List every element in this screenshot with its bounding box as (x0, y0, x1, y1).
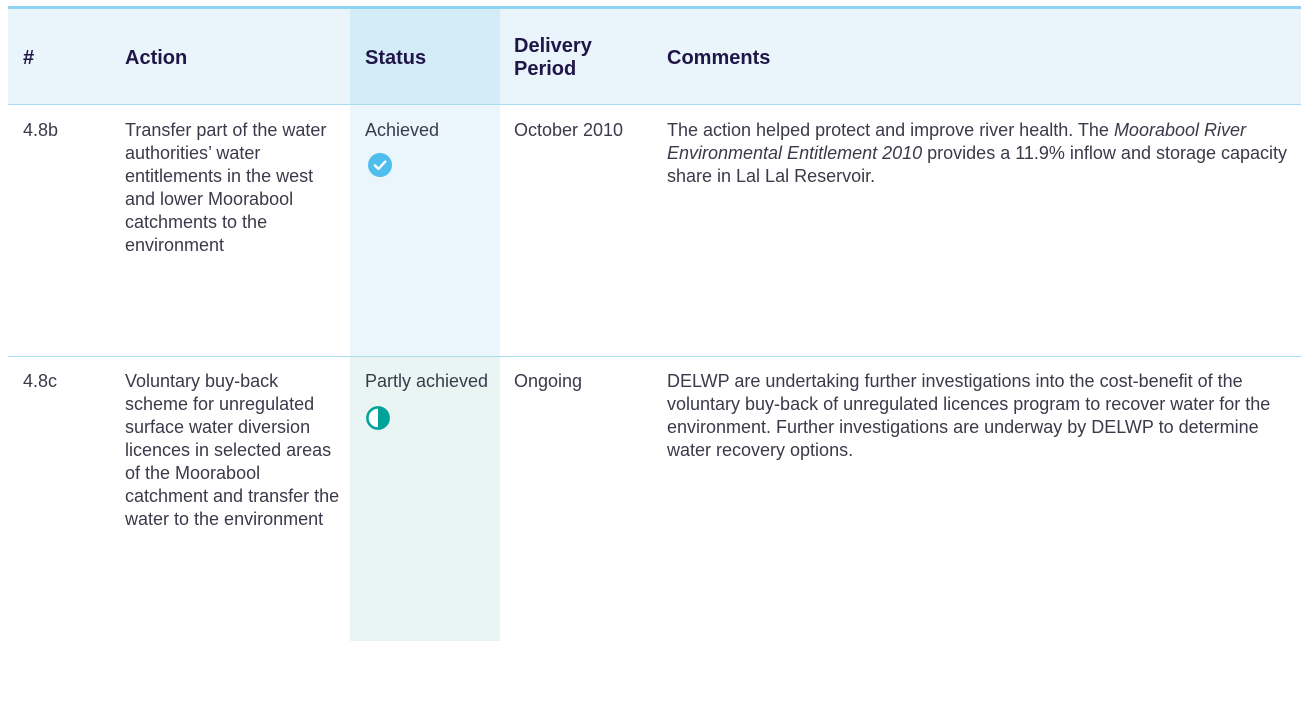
column-header-number: # (8, 9, 110, 104)
row-delivery-period: October 2010 (500, 103, 655, 356)
table-header-row: # Action Status Delivery Period Comments (8, 9, 1301, 104)
row-comments: DELWP are undertaking further investigat… (655, 355, 1301, 641)
check-circle-icon (368, 152, 392, 177)
actions-table: # Action Status Delivery Period Comments… (8, 9, 1301, 641)
row-action: Voluntary buy-back scheme for unregulate… (110, 355, 350, 641)
column-header-delivery-period: Delivery Period (500, 9, 655, 104)
column-header-action: Action (110, 9, 350, 104)
row-action: Transfer part of the water authorities’ … (110, 103, 350, 356)
row-number: 4.8c (8, 355, 110, 641)
status-label: Partly achieved (365, 370, 489, 391)
table-row: 4.8c Voluntary buy-back scheme for unreg… (8, 355, 1301, 641)
table-row: 4.8b Transfer part of the water authorit… (8, 103, 1301, 356)
delivery-period-line1: Delivery (514, 35, 592, 58)
delivery-period-line2: Period (514, 58, 577, 81)
row-number: 4.8b (8, 103, 110, 356)
comments-text-pre: The action helped protect and improve ri… (667, 119, 1114, 140)
row-status: Partly achieved (350, 355, 500, 641)
column-header-status: Status (350, 9, 500, 104)
half-circle-icon (366, 405, 390, 430)
column-header-comments: Comments (655, 9, 1301, 104)
row-delivery-period: Ongoing (500, 355, 655, 641)
row-comments: The action helped protect and improve ri… (655, 103, 1301, 356)
row-status: Achieved (350, 103, 500, 356)
status-label: Achieved (365, 119, 440, 140)
